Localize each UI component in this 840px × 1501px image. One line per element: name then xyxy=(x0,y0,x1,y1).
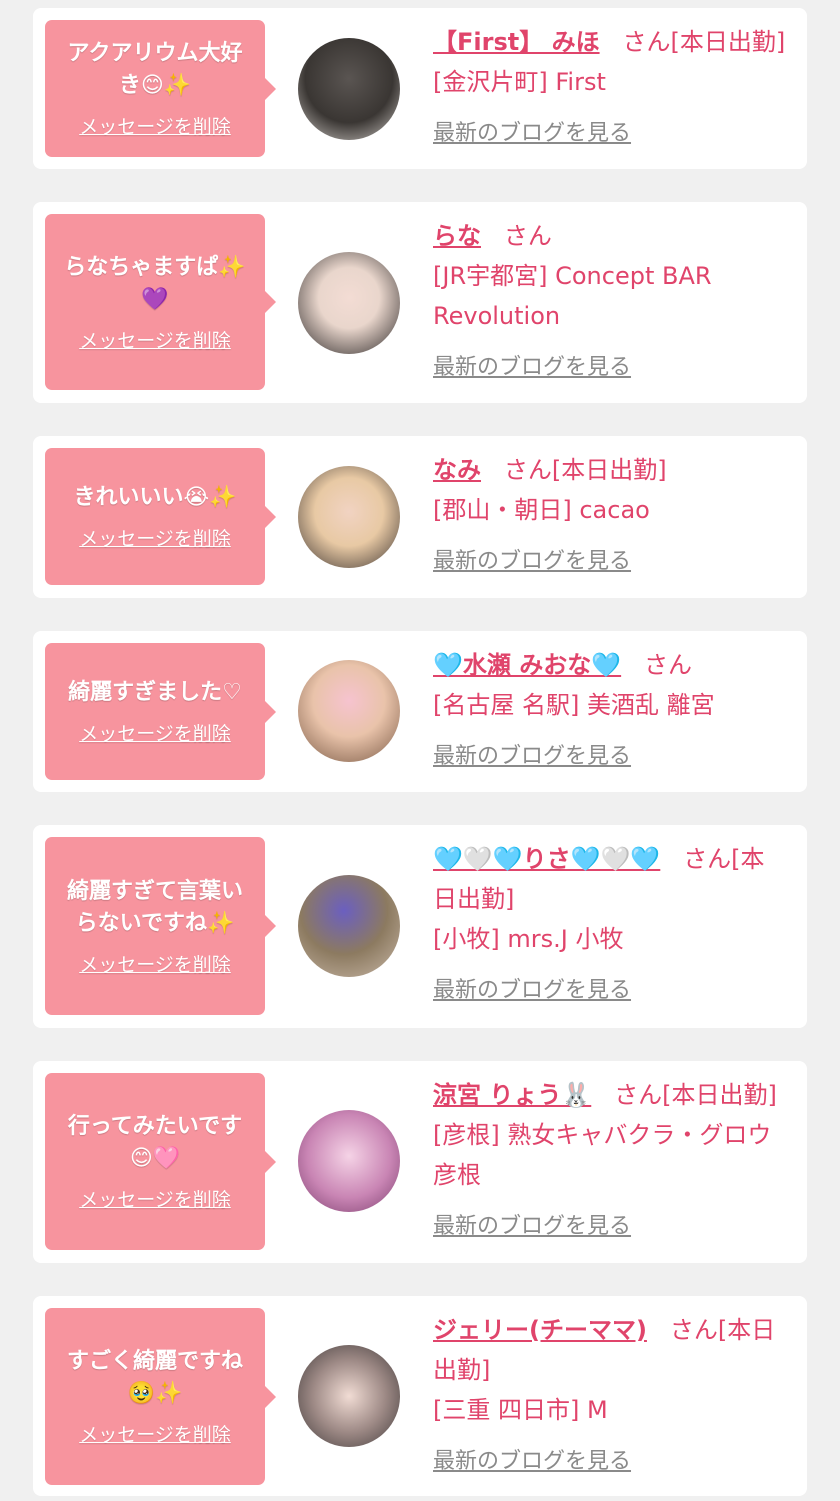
message-text: すごく綺麗ですね🥹✨ xyxy=(66,1349,243,1406)
cast-info: 涼宮 りょう🐰 さん[本日出勤] [彦根] 熟女キャバクラ・グロウ彦根 最新のブ… xyxy=(433,1075,787,1240)
shop-name: [小牧] mrs.J 小牧 xyxy=(433,925,624,953)
cast-info: なみ さん[本日出勤] [郡山・朝日] cacao 最新のブログを見る xyxy=(433,450,787,575)
latest-blog-link[interactable]: 最新のブログを見る xyxy=(433,738,631,770)
cast-info: 🩵🤍🩵りさ🩵🤍🩵 さん[本日出勤] [小牧] mrs.J 小牧 最新のブログを見… xyxy=(433,839,787,1004)
delete-message-link[interactable]: メッセージを削除 xyxy=(79,112,231,139)
cast-info: 🩵水瀬 みおな🩵 さん [名古屋 名駅] 美酒乱 離宮 最新のブログを見る xyxy=(433,645,787,770)
message-bubble: すごく綺麗ですね🥹✨ メッセージを削除 xyxy=(45,1308,276,1485)
cast-info: らな さん [JR宇都宮] Concept BAR Revolution 最新の… xyxy=(433,216,787,381)
cast-honorific: さん[本日出勤] xyxy=(614,1081,777,1109)
message-text: らなちゃますぱ✨💜 xyxy=(64,254,246,312)
latest-blog-link[interactable]: 最新のブログを見る xyxy=(433,543,631,575)
message-bubble: きれいいい😭✨ メッセージを削除 xyxy=(45,448,276,585)
avatar-photo-icon[interactable] xyxy=(298,875,400,977)
avatar-photo-icon[interactable] xyxy=(298,1110,400,1212)
cast-name-link[interactable]: 🩵水瀬 みおな🩵 xyxy=(433,651,621,679)
latest-blog-link[interactable]: 最新のブログを見る xyxy=(433,1208,631,1240)
delete-message-link[interactable]: メッセージを削除 xyxy=(79,524,231,551)
cast-name-link[interactable]: らな xyxy=(433,222,481,250)
cast-info: ジェリー(チーママ) さん[本日出勤] [三重 四日市] M 最新のブログを見る xyxy=(433,1310,787,1475)
avatar-photo-icon[interactable] xyxy=(298,466,400,568)
message-bubble: らなちゃますぱ✨💜 メッセージを削除 xyxy=(45,214,276,390)
delete-message-link[interactable]: メッセージを削除 xyxy=(79,719,231,746)
delete-message-link[interactable]: メッセージを削除 xyxy=(79,950,231,977)
cast-name-link[interactable]: 🩵🤍🩵りさ🩵🤍🩵 xyxy=(433,845,660,873)
cast-name-link[interactable]: 涼宮 りょう🐰 xyxy=(433,1081,591,1109)
message-card: 綺麗すぎました♡ メッセージを削除 🩵水瀬 みおな🩵 さん [名古屋 名駅] 美… xyxy=(33,631,807,792)
cast-honorific: さん xyxy=(644,651,693,679)
delete-message-link[interactable]: メッセージを削除 xyxy=(79,326,231,353)
message-bubble: アクアリウム大好き😊✨ メッセージを削除 xyxy=(45,20,276,157)
shop-name: [名古屋 名駅] 美酒乱 離宮 xyxy=(433,691,715,719)
message-card: 行ってみたいです😊🩷 メッセージを削除 涼宮 りょう🐰 さん[本日出勤] [彦根… xyxy=(33,1061,807,1263)
message-text: きれいいい😭✨ xyxy=(73,485,237,510)
message-card: アクアリウム大好き😊✨ メッセージを削除 【First】 みほ さん[本日出勤]… xyxy=(33,8,807,169)
avatar-photo-icon[interactable] xyxy=(298,660,400,762)
latest-blog-link[interactable]: 最新のブログを見る xyxy=(433,349,631,381)
avatar-photo-icon[interactable] xyxy=(298,1345,400,1447)
cast-honorific: さん[本日出勤] xyxy=(622,28,786,56)
message-text: 綺麗すぎて言葉いらないですね✨ xyxy=(66,878,243,936)
message-bubble: 綺麗すぎました♡ メッセージを削除 xyxy=(45,643,276,780)
shop-name: [金沢片町] First xyxy=(433,68,606,96)
message-text: 行ってみたいです😊🩷 xyxy=(67,1114,243,1171)
message-text: アクアリウム大好き😊✨ xyxy=(67,41,243,98)
latest-blog-link[interactable]: 最新のブログを見る xyxy=(433,972,631,1004)
latest-blog-link[interactable]: 最新のブログを見る xyxy=(433,1443,631,1475)
cast-name-link[interactable]: 【First】 みほ xyxy=(433,28,600,56)
message-card: きれいいい😭✨ メッセージを削除 なみ さん[本日出勤] [郡山・朝日] cac… xyxy=(33,436,807,598)
message-bubble: 行ってみたいです😊🩷 メッセージを削除 xyxy=(45,1073,276,1250)
message-card: らなちゃますぱ✨💜 メッセージを削除 らな さん [JR宇都宮] Concept… xyxy=(33,202,807,403)
message-list: アクアリウム大好き😊✨ メッセージを削除 【First】 みほ さん[本日出勤]… xyxy=(0,0,840,1501)
cast-honorific: さん xyxy=(503,222,552,250)
delete-message-link[interactable]: メッセージを削除 xyxy=(79,1185,231,1212)
cast-honorific: さん[本日出勤] xyxy=(503,456,667,484)
latest-blog-link[interactable]: 最新のブログを見る xyxy=(433,115,631,147)
shop-name: [JR宇都宮] Concept BAR Revolution xyxy=(433,262,712,330)
avatar-photo-icon[interactable] xyxy=(298,252,400,354)
cast-info: 【First】 みほ さん[本日出勤] [金沢片町] First 最新のブログを… xyxy=(433,22,787,147)
cast-name-link[interactable]: ジェリー(チーママ) xyxy=(433,1316,647,1344)
message-card: すごく綺麗ですね🥹✨ メッセージを削除 ジェリー(チーママ) さん[本日出勤] … xyxy=(33,1296,807,1496)
shop-name: [三重 四日市] M xyxy=(433,1396,608,1424)
message-card: 綺麗すぎて言葉いらないですね✨ メッセージを削除 🩵🤍🩵りさ🩵🤍🩵 さん[本日出… xyxy=(33,825,807,1028)
cast-name-link[interactable]: なみ xyxy=(433,456,481,484)
delete-message-link[interactable]: メッセージを削除 xyxy=(79,1420,231,1447)
shop-name: [彦根] 熟女キャバクラ・グロウ彦根 xyxy=(433,1121,772,1189)
message-text: 綺麗すぎました♡ xyxy=(68,680,242,705)
avatar-photo-icon[interactable] xyxy=(298,38,400,140)
shop-name: [郡山・朝日] cacao xyxy=(433,496,650,524)
message-bubble: 綺麗すぎて言葉いらないですね✨ メッセージを削除 xyxy=(45,837,276,1015)
